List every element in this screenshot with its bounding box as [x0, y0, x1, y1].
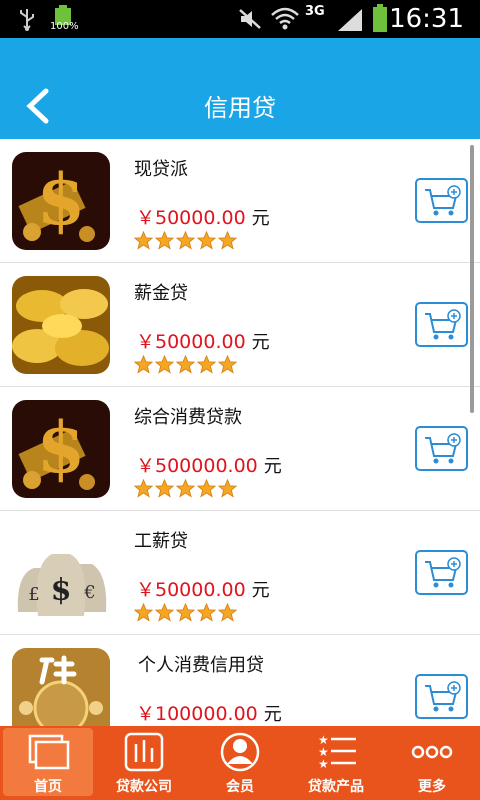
- price-unit: 元: [251, 332, 270, 353]
- product-name: 工薪贷: [134, 531, 188, 552]
- usb-icon: [20, 9, 34, 31]
- star-icon: [176, 355, 195, 374]
- mute-icon: [239, 9, 261, 29]
- star-icon: [134, 231, 153, 250]
- star-icon: [155, 603, 174, 622]
- cart-add-icon: [425, 433, 461, 464]
- star-icon: [197, 355, 216, 374]
- price-unit: 元: [263, 456, 282, 477]
- rating-stars: [134, 603, 237, 623]
- product-image: $ £ €: [12, 524, 110, 622]
- add-to-cart-button[interactable]: [415, 302, 468, 347]
- tab-loan-companies[interactable]: 贷款公司: [96, 726, 192, 800]
- star-icon: [197, 479, 216, 498]
- battery-icon: [373, 4, 387, 32]
- tab-label: 更多: [418, 779, 446, 795]
- star-icon: [134, 479, 153, 498]
- home-icon: [28, 734, 70, 770]
- star-icon: [176, 603, 195, 622]
- cart-add-icon: [425, 681, 461, 712]
- add-to-cart-button[interactable]: [415, 550, 468, 595]
- price-unit: 元: [251, 580, 270, 601]
- star-icon: [218, 603, 237, 622]
- tab-member[interactable]: 会员: [192, 726, 288, 800]
- product-name: 个人消费信用贷: [138, 655, 264, 676]
- signal-icon: [338, 9, 362, 31]
- star-icon: [134, 355, 153, 374]
- star-icon: [155, 479, 174, 498]
- cart-add-icon: [425, 557, 461, 588]
- price-unit: 元: [251, 208, 270, 229]
- add-to-cart-button[interactable]: [415, 178, 468, 223]
- svg-text:$: $: [37, 158, 86, 241]
- clock: 16:31: [389, 4, 464, 34]
- price-unit: 元: [263, 704, 282, 725]
- price-value: ￥50000.00: [136, 207, 246, 229]
- product-item[interactable]: $ 综合消费贷款 ￥500000.00 元: [0, 387, 480, 511]
- product-item[interactable]: $ 现贷派 ￥50000.00 元: [0, 139, 480, 263]
- star-icon: [218, 479, 237, 498]
- tab-label: 贷款产品: [308, 779, 364, 795]
- svg-text:$: $: [51, 573, 72, 608]
- star-icon: [134, 603, 153, 622]
- product-item[interactable]: $ £ € 工薪贷 ￥50000.00 元: [0, 511, 480, 635]
- price-value: ￥500000.00: [136, 455, 258, 477]
- rating-stars: [134, 355, 237, 375]
- product-price: ￥500000.00 元: [136, 451, 282, 478]
- title-bar: 信用贷: [0, 38, 480, 139]
- rating-stars: [134, 479, 237, 499]
- tab-home[interactable]: 首页: [0, 726, 96, 800]
- product-name: 综合消费贷款: [134, 407, 242, 428]
- cart-add-icon: [425, 309, 461, 340]
- star-icon: [197, 231, 216, 250]
- product-item[interactable]: 薪金贷 ￥50000.00 元: [0, 263, 480, 387]
- page-title: 信用贷: [204, 94, 276, 122]
- product-price: ￥100000.00 元: [136, 699, 282, 726]
- scrollbar[interactable]: [470, 145, 474, 413]
- product-price: ￥50000.00 元: [136, 203, 270, 230]
- star-icon: [176, 479, 195, 498]
- product-name: 薪金贷: [134, 283, 188, 304]
- network-type: 3G: [305, 4, 325, 19]
- product-price: ￥50000.00 元: [136, 575, 270, 602]
- star-icon: [218, 355, 237, 374]
- list-icon: ★ ★ ★: [318, 733, 356, 771]
- more-icon: [411, 745, 453, 759]
- battery-percent: 100%: [50, 21, 79, 32]
- price-value: ￥100000.00: [136, 703, 258, 725]
- svg-text:€: €: [83, 582, 95, 603]
- tab-more[interactable]: 更多: [384, 726, 480, 800]
- cart-add-icon: [425, 185, 461, 216]
- svg-text:$: $: [37, 406, 86, 489]
- product-list[interactable]: $ 现贷派 ￥50000.00 元 薪金贷 ￥50000.00 元 $ 综合消费…: [0, 139, 480, 726]
- status-bar: 100% 3G 16:31: [0, 0, 480, 38]
- star-icon: [155, 355, 174, 374]
- wifi-icon: [271, 7, 299, 30]
- product-image: [12, 648, 110, 726]
- svg-text:★: ★: [318, 757, 329, 771]
- rating-stars: [134, 231, 237, 251]
- tab-label: 贷款公司: [116, 779, 172, 795]
- tab-loan-products[interactable]: ★ ★ ★ 贷款产品: [288, 726, 384, 800]
- star-icon: [176, 231, 195, 250]
- star-icon: [197, 603, 216, 622]
- product-item[interactable]: 个人消费信用贷 ￥100000.00 元: [0, 635, 480, 726]
- price-value: ￥50000.00: [136, 579, 246, 601]
- svg-text:£: £: [28, 584, 39, 605]
- product-price: ￥50000.00 元: [136, 327, 270, 354]
- product-image: $: [12, 152, 110, 250]
- star-icon: [155, 231, 174, 250]
- bottom-tab-bar: 首页 贷款公司 会员 ★ ★ ★ 贷款产品 更多: [0, 726, 480, 800]
- product-image: [12, 276, 110, 374]
- star-icon: [218, 231, 237, 250]
- add-to-cart-button[interactable]: [415, 426, 468, 471]
- tab-label: 会员: [226, 779, 254, 795]
- product-name: 现贷派: [134, 159, 188, 180]
- tab-label: 首页: [34, 779, 62, 795]
- product-image: $: [12, 400, 110, 498]
- user-icon: [220, 732, 260, 772]
- price-value: ￥50000.00: [136, 331, 246, 353]
- add-to-cart-button[interactable]: [415, 674, 468, 719]
- chart-icon: [124, 732, 164, 772]
